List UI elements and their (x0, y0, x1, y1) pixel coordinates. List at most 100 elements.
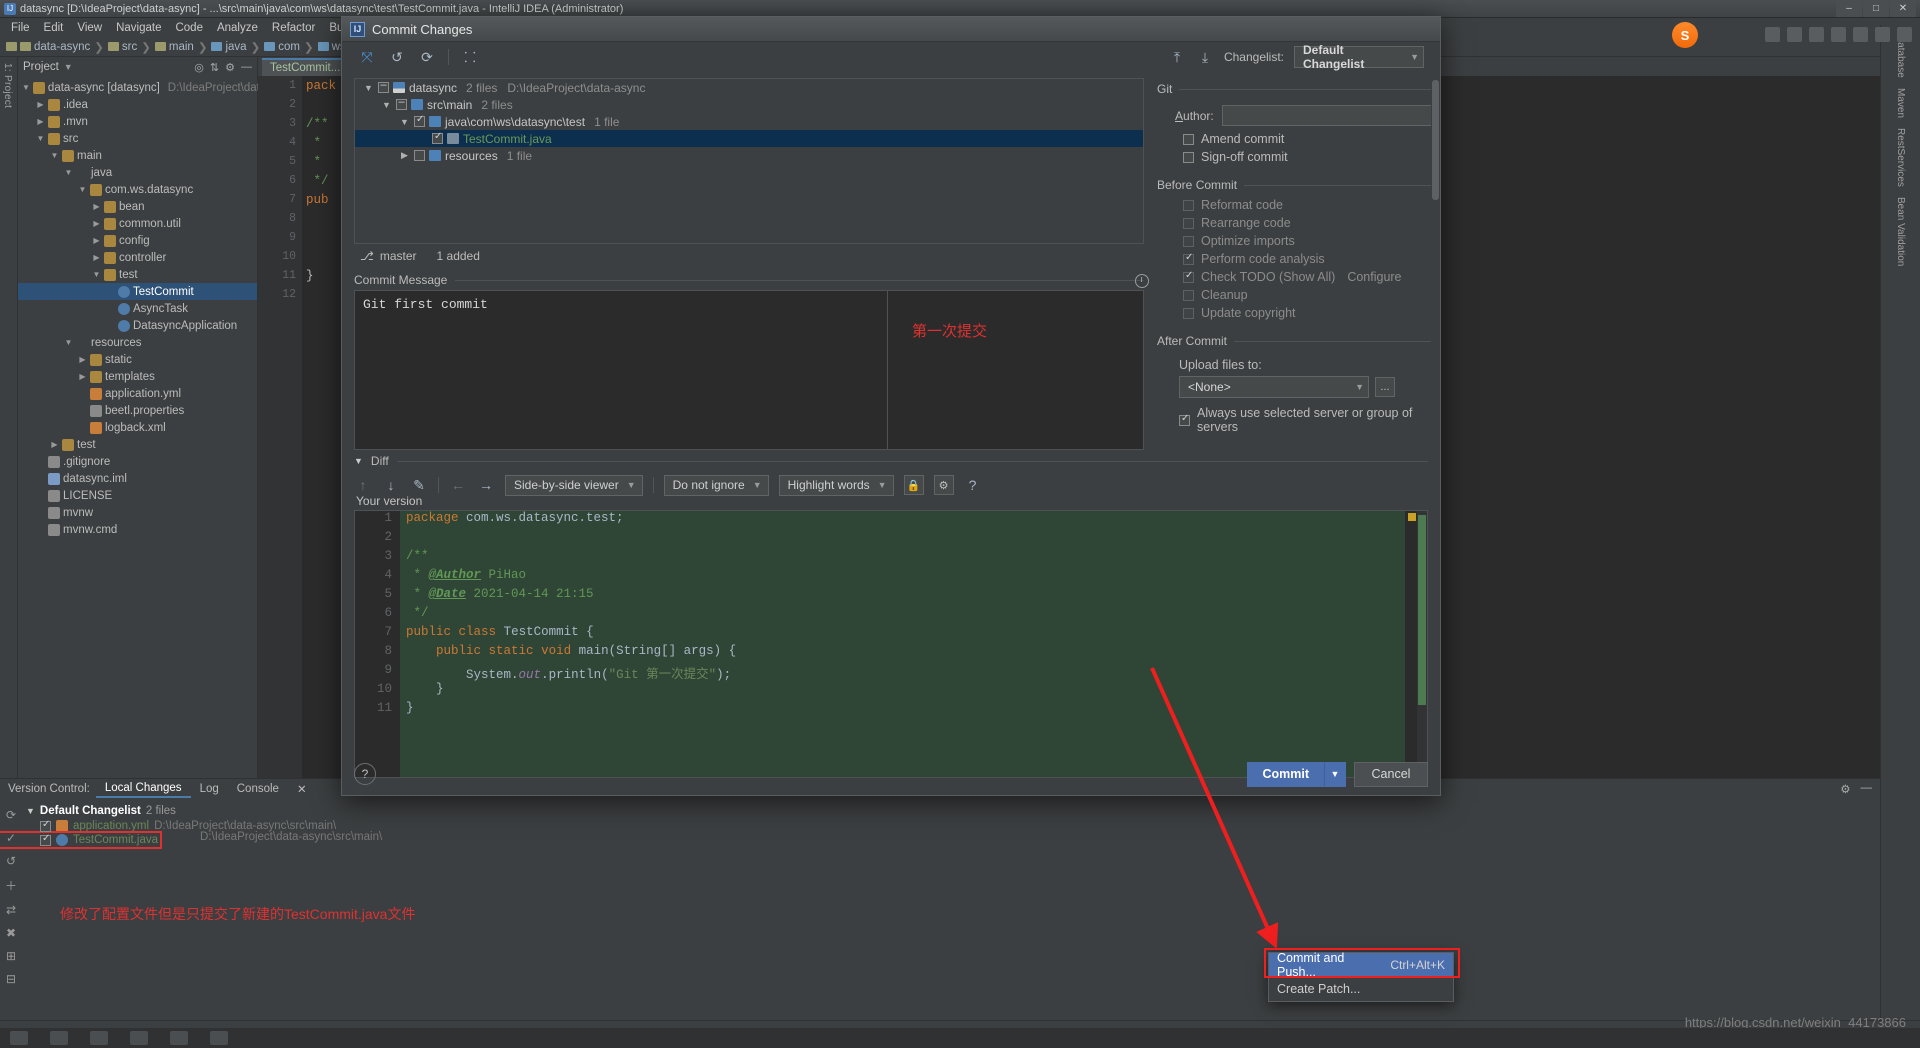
editor-tab-testcommit[interactable]: TestCommit... (262, 58, 348, 76)
changelist-select[interactable]: Default Changelist ▼ (1294, 46, 1424, 68)
chevron-right-icon[interactable]: ▶ (92, 219, 101, 228)
taskbar-icon[interactable] (210, 1031, 228, 1045)
taskbar-icon[interactable] (130, 1031, 148, 1045)
chevron-down-icon[interactable]: ▼ (36, 134, 45, 143)
git-option-amend-commit[interactable]: Amend commit (1183, 132, 1432, 146)
chevron-right-icon[interactable]: ▶ (50, 440, 59, 449)
ignore-mode-select[interactable]: Do not ignore ▼ (664, 475, 769, 496)
edit-pencil-icon[interactable]: ✎ (410, 476, 428, 494)
rail-item-restservices[interactable]: RestServices (1895, 128, 1906, 187)
hide-icon[interactable]: — (241, 61, 252, 74)
scrollbar-thumb[interactable] (1418, 515, 1426, 705)
chevron-down-icon[interactable]: ▼ (64, 62, 73, 72)
project-tree-item[interactable]: ▼test (18, 266, 257, 283)
breadcrumb-item[interactable]: data-async (34, 41, 90, 53)
tray-icon[interactable] (1831, 27, 1846, 42)
before-commit-option-optimize-imports[interactable]: Optimize imports (1183, 234, 1432, 248)
project-tree-item[interactable]: ▶templates (18, 368, 257, 385)
project-tree-item[interactable]: AsyncTask (18, 300, 257, 317)
commit-file-checkbox[interactable] (396, 99, 407, 110)
diff-viewer[interactable]: 1234567891011 package com.ws.datasync.te… (354, 510, 1428, 778)
commit-tree-row[interactable]: ▶resources1 file (355, 147, 1143, 164)
upload-server-select[interactable]: <None> ▼ (1179, 376, 1369, 398)
options-scrollbar[interactable] (1431, 78, 1440, 719)
commit-file-checkbox[interactable] (414, 150, 425, 161)
menu-item-create-patch[interactable]: Create Patch... (1269, 977, 1453, 1001)
close-button[interactable]: ✕ (1890, 1, 1916, 17)
project-tree-item[interactable]: mvnw.cmd (18, 521, 257, 538)
tray-icon[interactable] (1765, 27, 1780, 42)
chevron-down-icon[interactable]: ▼ (22, 83, 30, 92)
checkbox[interactable] (1183, 218, 1194, 229)
commit-tree-row[interactable]: ▼datasync2 filesD:\IdeaProject\data-asyn… (355, 79, 1143, 96)
tray-icon[interactable] (1787, 27, 1802, 42)
chevron-right-icon[interactable]: ▶ (36, 117, 45, 126)
project-tree-item[interactable]: beetl.properties (18, 402, 257, 419)
help-icon[interactable]: ? (964, 476, 982, 494)
project-tree-item[interactable]: ▶test (18, 436, 257, 453)
project-tree-item[interactable]: logback.xml (18, 419, 257, 436)
commit-file-tree[interactable]: ▼datasync2 filesD:\IdeaProject\data-asyn… (354, 78, 1144, 244)
configure-link[interactable]: Configure (1342, 270, 1401, 284)
breadcrumb-item[interactable]: java (225, 41, 246, 53)
minimize-button[interactable]: – (1836, 1, 1862, 17)
tray-icon[interactable] (1853, 27, 1868, 42)
maximize-button[interactable]: □ (1863, 1, 1889, 17)
breadcrumb-item[interactable]: com (278, 41, 300, 53)
project-tree-item[interactable]: datasync.iml (18, 470, 257, 487)
tray-icon[interactable] (1897, 27, 1912, 42)
project-tree-item[interactable]: TestCommit (18, 283, 257, 300)
tray-icon[interactable] (1875, 27, 1890, 42)
project-tree-item[interactable]: application.yml (18, 385, 257, 402)
revert-icon[interactable]: ↺ (388, 48, 406, 66)
hide-icon[interactable]: — (1861, 782, 1873, 796)
gear-icon[interactable]: ⚙ (1840, 782, 1850, 796)
commit-check-icon[interactable]: ✓ (0, 831, 22, 845)
project-tree-item[interactable]: mvnw (18, 504, 257, 521)
checkbox[interactable] (1183, 254, 1194, 265)
down-arrow-icon[interactable]: ↓ (382, 476, 400, 494)
breadcrumb-item[interactable]: src (122, 41, 137, 53)
breadcrumb-item[interactable]: main (169, 41, 194, 53)
project-tree-item[interactable]: ▼main (18, 147, 257, 164)
author-input[interactable] (1222, 105, 1432, 126)
history-clock-icon[interactable] (1135, 274, 1149, 288)
collapse-diff-icon[interactable]: ⤧ (358, 48, 376, 66)
checkbox[interactable] (1183, 200, 1194, 211)
project-tree-item[interactable]: ▼com.ws.datasync (18, 181, 257, 198)
browse-servers-button[interactable]: ... (1375, 377, 1395, 397)
before-commit-option-perform-code-analysis[interactable]: Perform code analysis (1183, 252, 1432, 266)
sogou-ime-icon[interactable]: S (1672, 22, 1698, 48)
checkbox[interactable] (1183, 308, 1194, 319)
delete-icon[interactable]: ✖ (0, 926, 22, 940)
chevron-down-icon[interactable]: ▼ (26, 806, 35, 816)
menu-item-navigate[interactable]: Navigate (109, 21, 168, 35)
diff-scrollbar[interactable] (1417, 511, 1427, 777)
chevron-right-icon[interactable]: ▶ (399, 150, 410, 161)
chevron-down-icon[interactable]: ▼ (64, 168, 73, 177)
left-arrow-icon[interactable]: ← (449, 476, 467, 494)
project-tree-item[interactable]: ▶.idea (18, 96, 257, 113)
taskbar-icon[interactable] (50, 1031, 68, 1045)
project-tree-item[interactable]: ▶static (18, 351, 257, 368)
commit-tree-row[interactable]: TestCommit.java (355, 130, 1143, 147)
tab-log[interactable]: Log (191, 781, 228, 797)
menu-item-refactor[interactable]: Refactor (265, 21, 322, 35)
taskbar-icon[interactable] (10, 1031, 28, 1045)
project-tree-item[interactable]: ▶common.util (18, 215, 257, 232)
gear-icon[interactable]: ⚙ (225, 61, 235, 74)
scrollbar-thumb[interactable] (1432, 80, 1439, 200)
project-tree-item[interactable]: LICENSE (18, 487, 257, 504)
before-commit-option-reformat-code[interactable]: Reformat code (1183, 198, 1432, 212)
commit-file-checkbox[interactable] (378, 82, 389, 93)
gear-icon[interactable]: ⚙ (934, 475, 954, 495)
chevron-down-icon[interactable]: ▼ (64, 338, 73, 347)
commit-button[interactable]: Commit (1247, 762, 1324, 787)
commit-message-input[interactable]: Git first commit (354, 290, 1144, 450)
revert-icon[interactable]: ↺ (0, 854, 22, 868)
menu-item-code[interactable]: Code (168, 21, 210, 35)
checkbox[interactable] (1183, 152, 1194, 163)
project-tree-item[interactable]: ▶config (18, 232, 257, 249)
chevron-down-icon[interactable]: ▼ (363, 83, 374, 93)
chevron-down-icon[interactable]: ▼ (50, 151, 59, 160)
